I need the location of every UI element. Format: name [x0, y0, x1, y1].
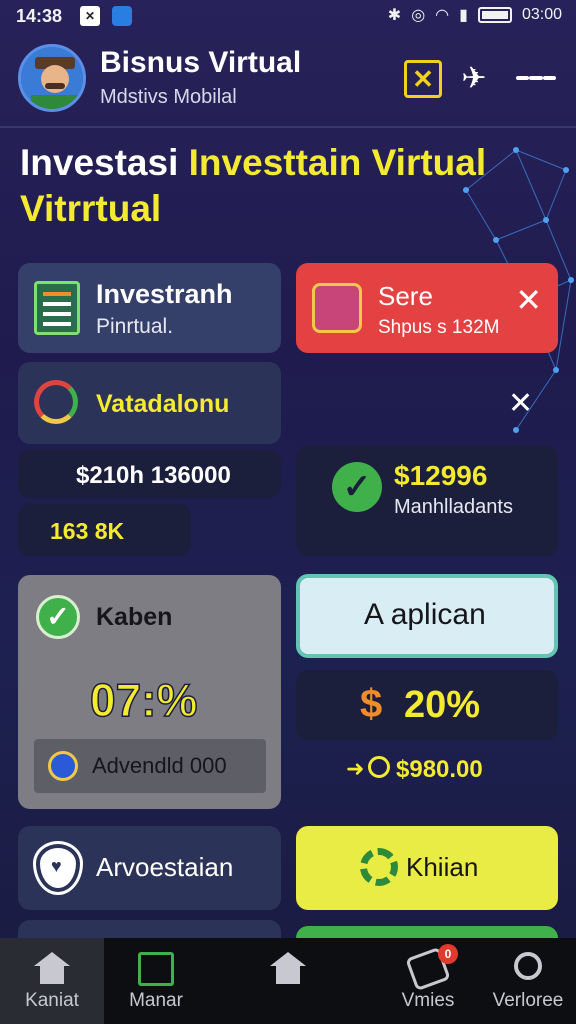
nav-item-manage[interactable]: Manar	[104, 938, 208, 1024]
house-icon-body	[276, 966, 300, 984]
total-value: $980.00	[396, 756, 483, 783]
app-subtitle: Mdstivs Mobilal	[100, 86, 237, 108]
nav-label-manage: Manar	[129, 990, 183, 1011]
alert-card-subtitle: Shpus s 132M	[378, 317, 500, 338]
rocket-icon	[34, 380, 78, 424]
nfc-icon: ◎	[411, 7, 426, 24]
alert-card[interactable]: Sere Shpus s 132M ✕	[296, 263, 558, 353]
header-divider	[0, 126, 576, 128]
chart-icon	[138, 952, 174, 986]
nav-label-home: Kaniat	[25, 990, 79, 1011]
notification-app-icon: ✕	[80, 6, 100, 26]
close-icon[interactable]: ✕	[515, 281, 542, 319]
close-box-icon[interactable]: ✕	[404, 60, 442, 98]
success-card-label: Manhlladants	[394, 496, 513, 518]
dismiss-icon[interactable]: ✕	[508, 386, 533, 421]
headline-part3: Vitrrtual	[20, 188, 162, 229]
wifi-icon: ◠	[435, 7, 450, 24]
pin-icon[interactable]: ✈	[454, 58, 494, 98]
investment-button-label: Arvoestaian	[96, 852, 234, 882]
profile-icon	[514, 952, 542, 980]
pen-icon	[48, 751, 78, 781]
notification-message-icon	[112, 6, 132, 26]
check-circle-icon: ✓	[332, 462, 382, 512]
apply-button[interactable]: A aplican	[296, 574, 558, 658]
amount-small-value: 163 8K	[50, 518, 125, 544]
document-chart-icon	[34, 281, 80, 335]
nav-label-profile: Verloree	[492, 990, 564, 1011]
advert-label: Advendld 000	[92, 753, 227, 778]
growth-value: 20%	[404, 684, 481, 726]
shield-heart-icon	[36, 844, 80, 892]
growth-card: $ 20%	[296, 670, 558, 740]
amount-value: $210h 136000	[76, 462, 231, 489]
status-bar: 14:38 ✕ ✱ ◎ ◠ ▮ 03:00	[0, 0, 576, 34]
house-icon	[270, 952, 306, 966]
signal-icon: ▮	[459, 7, 468, 24]
nav-item-home[interactable]: Kaniat	[0, 938, 104, 1024]
status-clock-right: 03:00	[521, 6, 562, 23]
amount-card: $210h 136000	[18, 450, 281, 498]
status-time: 14:38	[16, 6, 63, 26]
page-headline: Investasi Investtain Virtual Vitrrtual	[20, 140, 500, 232]
gift-icon	[312, 283, 362, 333]
gear-icon	[360, 848, 398, 886]
valuation-card[interactable]: Vatadalonu	[18, 362, 281, 444]
home-icon	[34, 952, 70, 966]
headline-part2: Investtain Virtual	[188, 142, 487, 183]
nav-item-profile[interactable]: Verloree	[476, 938, 576, 1024]
kaben-card[interactable]: ✓ Kaben 07:% Advendld 000	[18, 575, 281, 809]
status-icons: ✱ ◎ ◠ ▮ 03:00	[388, 5, 562, 25]
coin-ring-icon	[368, 756, 390, 778]
advert-banner[interactable]: Advendld 000	[34, 739, 266, 793]
headline-part1: Investasi	[20, 142, 189, 183]
nav-item-center[interactable]	[236, 938, 340, 1024]
alert-card-title: Sere	[378, 281, 433, 311]
notification-badge: 0	[438, 944, 458, 964]
kaben-card-value: 07:%	[89, 673, 198, 727]
bluetooth-icon: ✱	[387, 7, 402, 24]
valuation-card-title: Vatadalonu	[96, 390, 230, 418]
avatar[interactable]	[18, 44, 86, 112]
coin-icon: ➜	[346, 756, 365, 781]
bottom-navigation: Kaniat Manar 0 Vmies Verloree	[0, 938, 576, 1024]
dollar-icon: $	[360, 682, 383, 726]
investment-card-title: Investranh	[96, 279, 233, 309]
amount-small-card: 163 8K	[18, 504, 191, 556]
apply-button-label: A aplican	[364, 598, 486, 631]
menu-icon[interactable]	[516, 58, 556, 98]
investment-card[interactable]: Investranh Pinrtual.	[18, 263, 281, 353]
app-title: Bisnus Virtual	[100, 46, 302, 79]
success-card[interactable]: ✓ $12996 Manhlladants	[296, 446, 558, 556]
home-icon-body	[40, 966, 64, 984]
battery-icon	[477, 7, 512, 23]
investment-card-subtitle: Pinrtual.	[96, 315, 174, 338]
khiian-button-label: Khiian	[406, 852, 479, 882]
kaben-card-title: Kaben	[96, 603, 173, 631]
investment-button[interactable]: Arvoestaian	[18, 826, 281, 910]
success-card-value: $12996	[394, 460, 488, 491]
khiian-button[interactable]: Khiian	[296, 826, 558, 910]
nav-label-messages: Vmies	[401, 990, 455, 1011]
nav-item-messages[interactable]: 0 Vmies	[376, 938, 480, 1024]
check-badge-icon: ✓	[36, 595, 80, 639]
